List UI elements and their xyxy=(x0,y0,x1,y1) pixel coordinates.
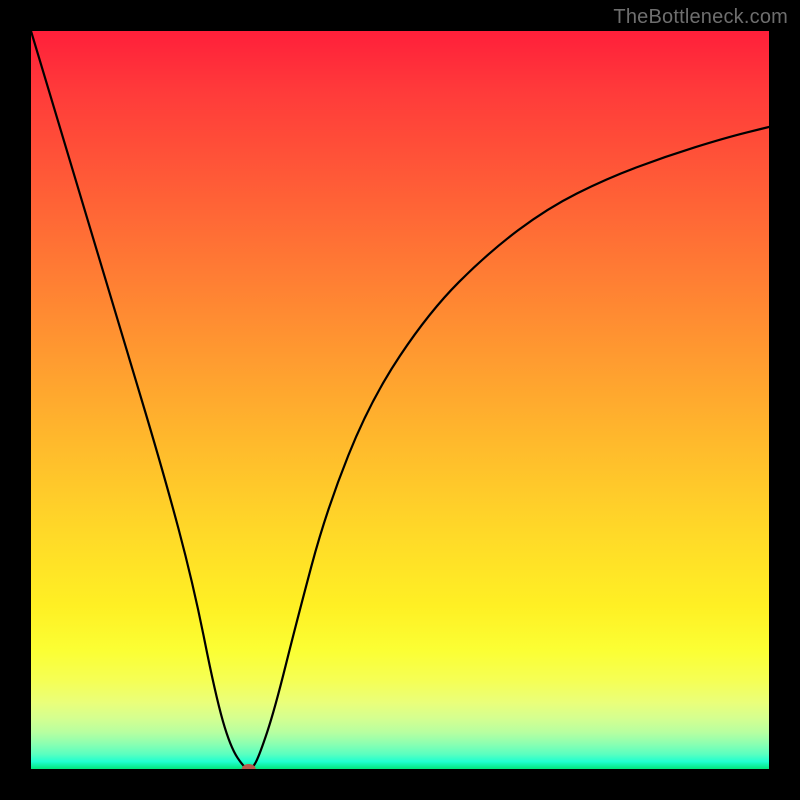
plot-area xyxy=(31,31,769,769)
optimal-point-marker xyxy=(242,764,256,769)
curve-layer xyxy=(31,31,769,769)
watermark-text: TheBottleneck.com xyxy=(613,6,788,29)
chart-frame: TheBottleneck.com xyxy=(0,0,800,800)
bottleneck-curve xyxy=(31,31,769,769)
